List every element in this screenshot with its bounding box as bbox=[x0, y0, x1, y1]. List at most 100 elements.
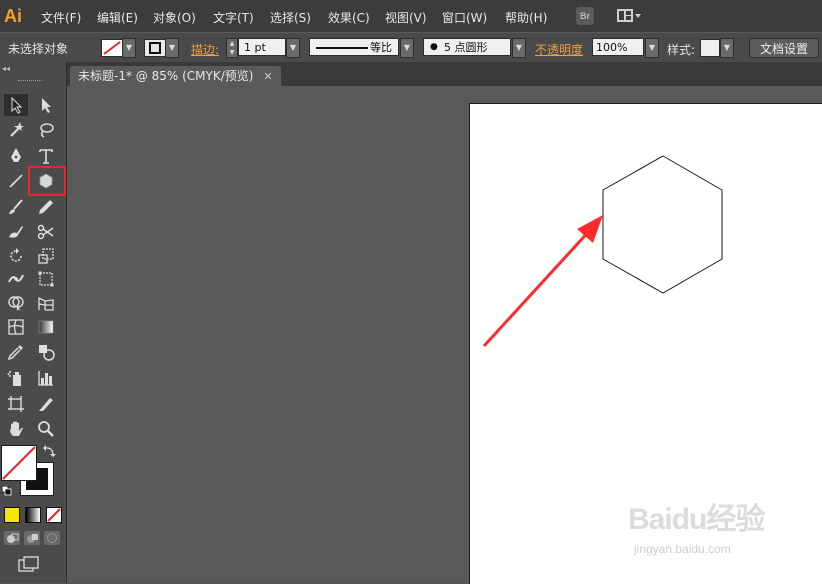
perspective-grid-icon bbox=[38, 296, 54, 311]
fill-swatch[interactable] bbox=[101, 39, 123, 57]
perspective-grid-tool[interactable] bbox=[34, 292, 58, 314]
free-transform-icon bbox=[38, 271, 54, 287]
style-label: 样式: bbox=[667, 43, 696, 57]
screen-mode-icon bbox=[18, 556, 39, 572]
scale-icon bbox=[38, 248, 54, 264]
draw-inside-icon bbox=[47, 533, 57, 543]
gradient-tool[interactable] bbox=[34, 316, 58, 338]
none-color-icon bbox=[2, 446, 36, 480]
direct-selection-tool[interactable] bbox=[34, 94, 58, 116]
scale-tool[interactable] bbox=[34, 245, 58, 267]
line-segment-tool[interactable] bbox=[4, 170, 28, 192]
stroke-profile-field[interactable]: 等比 bbox=[309, 38, 399, 56]
line-segment-icon bbox=[9, 174, 23, 188]
default-colors-icon bbox=[1, 485, 12, 496]
graphic-style-dropdown[interactable]: ▼ bbox=[720, 38, 734, 58]
opacity-label[interactable]: 不透明度 bbox=[535, 41, 583, 58]
screen-mode-button[interactable] bbox=[18, 556, 40, 572]
swap-fill-stroke-button[interactable] bbox=[42, 444, 56, 458]
shape-builder-tool[interactable] bbox=[4, 292, 28, 314]
menu-file[interactable]: 文件(F) bbox=[41, 9, 81, 26]
brush-dropdown[interactable]: ▼ bbox=[512, 38, 526, 58]
menu-window[interactable]: 窗口(W) bbox=[442, 9, 487, 26]
zoom-icon bbox=[38, 421, 54, 437]
rotate-tool[interactable] bbox=[4, 245, 28, 267]
pencil-tool[interactable] bbox=[34, 196, 58, 218]
direct-selection-icon bbox=[42, 98, 51, 113]
stroke-profile-label: 等比 bbox=[370, 41, 392, 54]
stroke-weight-dropdown[interactable]: ▼ bbox=[286, 38, 300, 58]
blob-brush-tool[interactable] bbox=[4, 221, 28, 243]
layout-icon bbox=[617, 9, 641, 22]
draw-normal-button[interactable] bbox=[4, 531, 20, 545]
rotate-icon bbox=[10, 248, 22, 262]
lasso-tool[interactable] bbox=[34, 119, 58, 141]
stroke-label[interactable]: 描边: bbox=[191, 41, 219, 58]
symbol-sprayer-icon bbox=[7, 371, 21, 386]
draw-inside-button[interactable] bbox=[44, 531, 60, 545]
default-colors-button[interactable] bbox=[1, 485, 12, 496]
fill-color-box[interactable] bbox=[1, 445, 37, 481]
column-graph-icon bbox=[38, 371, 53, 386]
none-mode-button[interactable] bbox=[46, 507, 62, 523]
hand-tool[interactable] bbox=[4, 418, 28, 440]
draw-behind-button[interactable] bbox=[24, 531, 40, 545]
paintbrush-tool[interactable] bbox=[4, 196, 28, 218]
blend-icon bbox=[39, 345, 55, 361]
artboard-tool[interactable] bbox=[4, 393, 28, 415]
color-mode-button[interactable] bbox=[4, 507, 20, 523]
panel-collapse-icon[interactable]: ◂◂ bbox=[2, 64, 10, 73]
column-graph-tool[interactable] bbox=[34, 367, 58, 389]
pen-tool[interactable] bbox=[4, 145, 28, 167]
blend-tool[interactable] bbox=[34, 341, 58, 363]
stroke-profile-dropdown[interactable]: ▼ bbox=[400, 38, 414, 58]
width-tool[interactable] bbox=[4, 268, 28, 290]
lasso-icon bbox=[40, 123, 54, 138]
menu-object[interactable]: 对象(O) bbox=[153, 9, 196, 26]
watermark-logo: Baidu经验 bbox=[628, 503, 765, 536]
none-mode-icon bbox=[47, 508, 61, 522]
document-tab[interactable]: 未标题-1* @ 85% (CMYK/预览) ✕ bbox=[70, 66, 281, 86]
menu-type[interactable]: 文字(T) bbox=[213, 9, 254, 26]
panel-grip[interactable] bbox=[18, 80, 42, 84]
free-transform-tool[interactable] bbox=[34, 268, 58, 290]
menu-effect[interactable]: 效果(C) bbox=[328, 9, 370, 26]
gradient-mode-button[interactable] bbox=[25, 507, 41, 523]
stroke-weight-field[interactable]: 1 pt bbox=[238, 38, 286, 56]
scissors-tool[interactable] bbox=[34, 221, 58, 243]
magic-wand-icon bbox=[10, 122, 24, 137]
close-icon[interactable]: ✕ bbox=[263, 70, 272, 83]
selection-tool[interactable] bbox=[4, 94, 28, 116]
hexagon-shape[interactable] bbox=[602, 155, 723, 294]
menu-bar: Ai 文件(F) 编辑(E) 对象(O) 文字(T) 选择(S) 效果(C) 视… bbox=[0, 0, 822, 32]
slice-tool[interactable] bbox=[34, 393, 58, 415]
opacity-field[interactable]: 100% bbox=[592, 38, 644, 56]
round-brush-icon: ● bbox=[430, 42, 438, 52]
menu-help[interactable]: 帮助(H) bbox=[505, 9, 547, 26]
eyedropper-tool[interactable] bbox=[4, 341, 28, 363]
stroke-stepper[interactable]: ▲ ▼ bbox=[226, 38, 238, 58]
fill-dropdown[interactable]: ▼ bbox=[122, 38, 136, 58]
shape-builder-icon bbox=[8, 296, 24, 311]
pen-icon bbox=[11, 148, 21, 162]
selection-status: 未选择对象 bbox=[8, 42, 69, 56]
artboard-icon bbox=[8, 396, 24, 412]
stroke-swatch[interactable] bbox=[144, 39, 166, 57]
symbol-sprayer-tool[interactable] bbox=[4, 367, 28, 389]
stroke-dropdown[interactable]: ▼ bbox=[165, 38, 179, 58]
menu-edit[interactable]: 编辑(E) bbox=[97, 9, 138, 26]
zoom-tool[interactable] bbox=[34, 418, 58, 440]
type-tool[interactable] bbox=[34, 145, 58, 167]
document-setup-button[interactable]: 文档设置 bbox=[749, 38, 819, 58]
magic-wand-tool[interactable] bbox=[4, 119, 28, 141]
menu-select[interactable]: 选择(S) bbox=[270, 9, 311, 26]
opacity-dropdown[interactable]: ▼ bbox=[645, 38, 659, 58]
workspace-switcher[interactable] bbox=[616, 8, 642, 24]
watermark-url: jingyan.baidu.com bbox=[634, 542, 731, 556]
mesh-tool[interactable] bbox=[4, 316, 28, 338]
menu-view[interactable]: 视图(V) bbox=[385, 9, 427, 26]
brush-field[interactable]: ● 5 点圆形 bbox=[423, 38, 511, 56]
bridge-button[interactable]: Br bbox=[576, 7, 594, 25]
watermark: Baidu经验 jingyan.baidu.com bbox=[628, 494, 818, 574]
graphic-style-swatch[interactable] bbox=[700, 39, 720, 57]
